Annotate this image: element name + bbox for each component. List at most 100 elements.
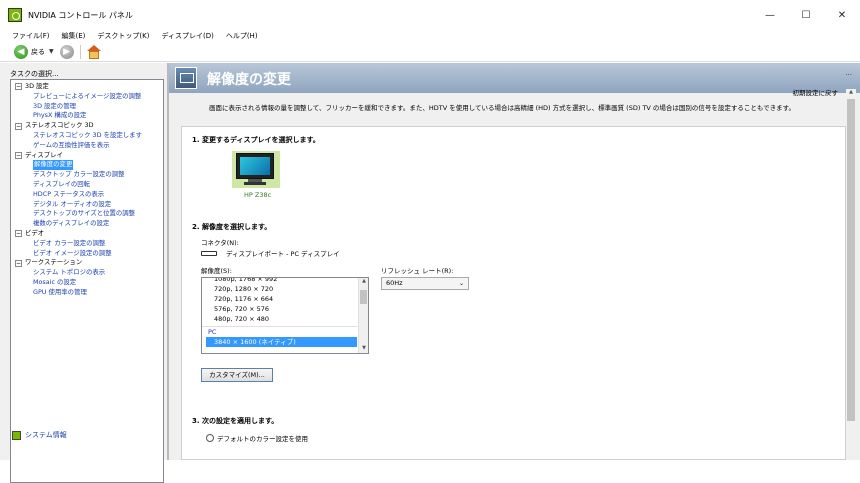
tree-item[interactable]: GPU 使用率の管理 <box>15 288 142 298</box>
resolution-option[interactable]: 480p, 720 × 480 <box>202 314 357 324</box>
resolution-scrollbar[interactable]: ▲ ▼ <box>358 278 368 353</box>
section3-title: 3. 次の設定を適用します。 <box>192 417 279 425</box>
resolution-option[interactable]: 720p, 1176 × 664 <box>202 294 357 304</box>
task-tree-list: −3D 設定 プレビューによるイメージ設定の調整 3D 設定の管理 PhysX 構成の… <box>15 82 142 298</box>
tree-item-label: ステレオスコピック 3D を設定します <box>33 130 142 139</box>
resolution-option[interactable]: 720p, 1280 × 720 <box>202 284 357 294</box>
menu-help[interactable]: ヘルプ(H) <box>226 31 258 41</box>
back-button-label[interactable]: 戻る <box>31 47 45 57</box>
content-scrollbar[interactable]: ▲ <box>846 89 856 460</box>
tree-item[interactable]: ディスプレイの回転 <box>15 180 142 190</box>
connector-value: ディスプレイポート - PC ディスプレイ <box>226 250 340 258</box>
tree-item[interactable]: 3D 設定の管理 <box>15 102 142 112</box>
tree-item[interactable]: デスクトップ カラー設定の調整 <box>15 170 142 180</box>
system-info-label[interactable]: システム情報 <box>25 430 67 440</box>
customize-button[interactable]: カスタマイズ(M)... <box>201 368 273 382</box>
tree-category[interactable]: −3D 設定 <box>15 82 142 92</box>
content-scrollbar-thumb[interactable] <box>847 99 855 421</box>
chevron-down-icon: ⌄ <box>458 280 464 287</box>
tree-item[interactable]: プレビューによるイメージ設定の調整 <box>15 92 142 102</box>
tree-item[interactable]: 解像度の変更 <box>15 160 142 171</box>
display-settings-icon <box>175 67 197 89</box>
tree-item-label: 解像度の変更 <box>33 160 74 171</box>
minimize-button[interactable]: — <box>752 0 788 30</box>
window-controls: — ☐ ✕ <box>752 0 860 30</box>
tree-category[interactable]: − ステレオスコピック 3D <box>15 121 142 131</box>
page-description: 画面に表示される情報の量を調整して、フリッカーを緩和できます。また、HDTV を… <box>209 104 796 112</box>
scroll-down-icon[interactable]: ▼ <box>359 345 368 353</box>
back-arrow-icon[interactable]: ◀ <box>14 44 28 59</box>
tree-item-label: システム トポロジの表示 <box>33 268 106 277</box>
section2-title: 2. 解像度を選択します。 <box>192 223 272 231</box>
connector-label: コネクタ(N): <box>201 239 239 247</box>
default-color-option[interactable]: デフォルトのカラー設定を使用 <box>206 433 308 443</box>
resolution-group-header: PC <box>208 328 217 336</box>
tree-category[interactable]: − ビデオ <box>15 229 142 239</box>
tree-item[interactable]: PhysX 構成の設定 <box>15 111 142 121</box>
resolution-option[interactable]: 1080p, 1768 × 992 <box>202 278 357 284</box>
tree-item-label: 3D 設定の管理 <box>33 101 76 110</box>
tree-item[interactable]: デジタル オーディオの設定 <box>15 200 142 210</box>
tree-item[interactable]: システム トポロジの表示 <box>15 268 142 278</box>
content-pane: 解像度の変更 ... 初期設定に戻す 画面に表示される情報の量を調整して、フリッ… <box>169 63 860 460</box>
system-info-link[interactable]: システム情報 <box>12 430 67 440</box>
display-name[interactable]: HP Z38c <box>244 191 271 199</box>
tree-item[interactable]: HDCP ステータスの表示 <box>15 190 142 200</box>
toolbar: ◀ 戻る ▼ ▶ <box>0 42 860 62</box>
radio-button[interactable] <box>206 434 214 442</box>
tree-item[interactable]: 複数のディスプレイの設定 <box>15 219 142 229</box>
menu-file[interactable]: ファイル(F) <box>12 31 50 41</box>
collapse-toggle-icon[interactable]: − <box>15 230 22 238</box>
tree-item[interactable]: ゲームの互換性評価を表示 <box>15 141 142 151</box>
tree-item-label: ステレオスコピック 3D <box>25 121 94 130</box>
tree-item-label: ワークステーション <box>25 258 83 267</box>
more-dots: ... <box>845 69 852 77</box>
tree-item[interactable]: ビデオ カラー設定の調整 <box>15 239 142 249</box>
menu-desktop[interactable]: デスクトップ(K) <box>97 31 149 41</box>
maximize-button[interactable]: ☐ <box>788 0 824 30</box>
collapse-toggle-icon[interactable]: − <box>15 83 22 91</box>
close-button[interactable]: ✕ <box>824 0 860 30</box>
resolution-option[interactable]: 3840 × 1600 (ネイティブ) <box>206 337 357 347</box>
forward-arrow-icon[interactable]: ▶ <box>59 44 74 59</box>
tree-item[interactable]: Mosaic の設定 <box>15 278 142 288</box>
system-info-icon <box>12 430 21 440</box>
nvidia-app-icon <box>8 8 22 22</box>
refresh-rate-value: 60Hz <box>386 279 403 287</box>
tree-category[interactable]: − ディスプレイ <box>15 151 142 161</box>
tree-category[interactable]: − ワークステーション <box>15 258 142 268</box>
tree-item-label: ビデオ イメージ設定の調整 <box>33 248 112 257</box>
tree-item[interactable]: ステレオスコピック 3D を設定します <box>15 131 142 141</box>
monitor-icon[interactable] <box>232 153 278 185</box>
page-title: 解像度の変更 <box>207 72 291 88</box>
menu-bar: ファイル(F) 編集(E) デスクトップ(K) ディスプレイ(D) ヘルプ(H) <box>0 30 860 42</box>
tree-item-label: 3D 設定 <box>25 82 49 90</box>
tree-item-label: プレビューによるイメージ設定の調整 <box>33 91 142 100</box>
refresh-rate-select[interactable]: 60Hz ⌄ <box>381 277 469 290</box>
collapse-toggle-icon[interactable]: − <box>15 259 22 267</box>
tree-item-label: HDCP ステータスの表示 <box>33 189 105 198</box>
tree-item-label: PhysX 構成の設定 <box>33 111 87 120</box>
scrollbar-thumb[interactable] <box>360 290 367 304</box>
toolbar-separator <box>79 44 81 59</box>
collapse-toggle-icon[interactable]: − <box>15 151 22 159</box>
task-select-label: タスクの選択... <box>10 70 59 78</box>
resolution-option[interactable]: 576p, 720 × 576 <box>202 304 357 314</box>
tree-item-label: ビデオ カラー設定の調整 <box>33 238 106 247</box>
collapse-toggle-icon[interactable]: − <box>15 122 22 130</box>
settings-panel: 1. 変更するディスプレイを選択します。 HP Z38c 2. 解像度を選択しま… <box>181 126 846 460</box>
menu-display[interactable]: ディスプレイ(D) <box>161 31 213 41</box>
restore-defaults-link[interactable]: 初期設定に戻す <box>793 87 839 97</box>
resolution-listbox[interactable]: 1080p, 1768 × 992 720p, 1280 × 720 720p, 1… <box>201 277 369 354</box>
back-history-dropdown[interactable]: ▼ <box>49 48 54 55</box>
task-pane: タスクの選択... −3D 設定 プレビューによるイメージ設定の調整 3D 設定の管… <box>0 63 168 483</box>
home-icon[interactable] <box>86 44 101 59</box>
tree-item-label: ディスプレイ <box>25 150 63 159</box>
scroll-up-icon[interactable]: ▲ <box>359 278 368 286</box>
menu-edit[interactable]: 編集(E) <box>62 31 86 41</box>
content-scroll-up-icon[interactable]: ▲ <box>846 89 856 95</box>
tree-item[interactable]: ビデオ イメージ設定の調整 <box>15 249 142 259</box>
tree-item[interactable]: デスクトップのサイズと位置の調整 <box>15 209 142 219</box>
resolution-list: 1080p, 1768 × 992 720p, 1280 × 720 720p, 1… <box>202 278 357 347</box>
displayport-icon <box>201 251 217 256</box>
